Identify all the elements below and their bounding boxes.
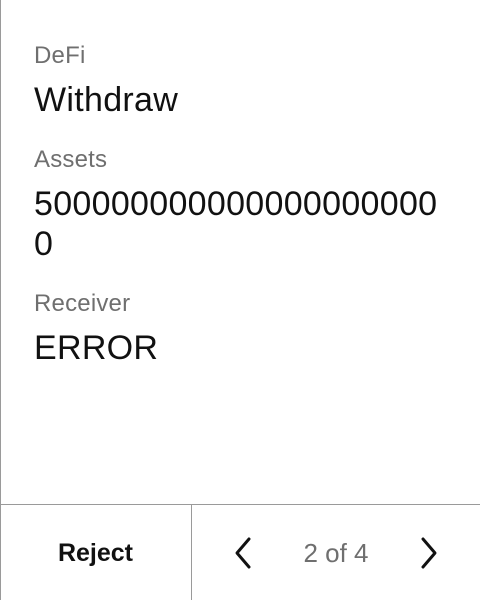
page-indicator: 2 of 4 [303,537,369,568]
receiver-value: ERROR [34,329,159,367]
reject-button[interactable]: Reject [0,505,192,600]
next-page-button[interactable] [409,533,449,573]
defi-label: DeFi [34,42,86,69]
previous-page-button[interactable] [223,533,263,573]
defi-value: Withdraw [34,81,179,119]
assets-value: 5000000000000000000000 [34,185,438,263]
chevron-right-icon [421,537,437,569]
assets-label: Assets [34,146,108,173]
action-footer: Reject 2 of 4 [0,504,480,600]
receiver-label: Receiver [34,290,131,317]
chevron-left-icon [235,537,251,569]
page-navigator: 2 of 4 [193,505,480,600]
